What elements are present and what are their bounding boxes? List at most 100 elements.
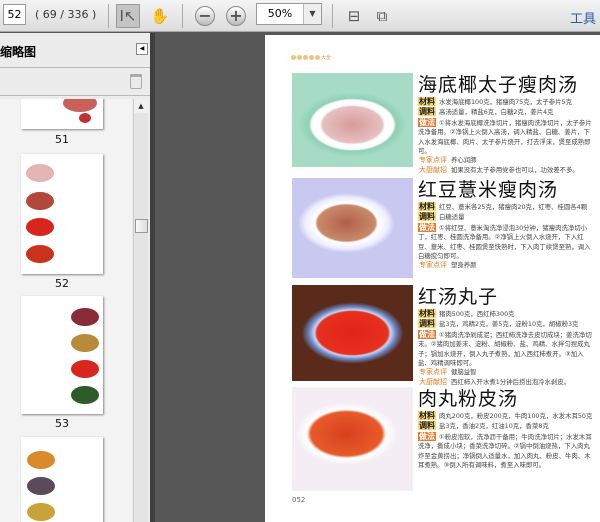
scroll-up-icon[interactable]: ▲: [134, 99, 148, 113]
zoom-select[interactable]: 50% ▼: [256, 3, 322, 25]
dish-photo: [292, 178, 413, 278]
thumbnail-dish: [71, 334, 99, 352]
recipe-field: 大厨献招 西红柿入开水煮1分钟后捞出泡冷水剥皮。: [418, 378, 594, 387]
recipe-field: 材料 肉丸200克，粉皮200克，牛肉100克，水发木耳50克: [418, 411, 594, 421]
thumbnail-dish: [26, 218, 54, 236]
thumbnail-page-54[interactable]: [21, 437, 103, 522]
trash-icon[interactable]: [130, 74, 142, 89]
field-label: 材料: [418, 97, 436, 106]
thumbnail-page-53[interactable]: [21, 296, 103, 414]
thumbnail-dish: [71, 308, 99, 326]
chevron-down-icon[interactable]: ▼: [303, 4, 321, 24]
page-header: 大全: [291, 54, 331, 61]
recipe-field: 调料 白糖适量: [418, 212, 594, 222]
page-count: ( 69 / 336 ): [35, 8, 97, 21]
panel-title: 缩略图: [0, 45, 37, 59]
plus-icon: +: [226, 6, 246, 26]
recipe-text: 海底椰太子瘦肉汤 材料 水发海底椰100克，猪瘦肉75克，太子参片5克 调料 高汤适…: [418, 73, 594, 175]
recipe-field: 做法 ①粉皮泡软，洗净沥干备用；牛肉洗净切片；水发木耳洗净，撕成小块；香菜洗净切碎…: [418, 431, 594, 471]
field-text: ①猪肉洗净剁成泥；西红柿洗净去皮切成块；姜洗净切末。②猪肉加姜末、淀粉、胡椒粉、…: [418, 330, 592, 368]
field-text: 猪肉500克，西红柿300克: [439, 310, 515, 318]
field-label: 做法: [418, 431, 436, 441]
recipe-field: 做法 ①将红豆、薏米淘洗净浸泡30分钟，猪瘦肉洗净切小丁，红枣、桂圆洗净备用。②净…: [418, 222, 594, 262]
fit-page-icon[interactable]: ⧉: [370, 4, 394, 28]
thumbnail-list: 51 52 53: [0, 99, 132, 522]
divider: [108, 4, 109, 28]
field-label: 材料: [418, 411, 436, 420]
field-label: 专家点评: [419, 156, 447, 165]
recipe-field: 专家点评 塑身养颜: [418, 261, 594, 270]
field-text: 高汤适量，精盐6克，白糖2克，姜片4克: [439, 108, 554, 117]
header-dot-icon: [303, 55, 308, 60]
recipe-text: 红汤丸子 材料 猪肉500克，西红柿300克 调料 盐3克，鸡精2克，姜5克，淀粉1…: [418, 285, 594, 387]
field-text: 肉丸200克，粉皮200克，牛肉100克，水发木耳50克: [439, 412, 593, 420]
zoom-in-button[interactable]: +: [224, 4, 248, 28]
field-label: 大厨献招: [419, 165, 447, 174]
panel-splitter[interactable]: [150, 33, 155, 522]
recipe-text: 肉丸粉皮汤 材料 肉丸200克，粉皮200克，牛肉100克，水发木耳50克 调料盐…: [418, 387, 594, 470]
dish-photo: [292, 73, 413, 167]
thumbnail-scrollbar[interactable]: ▲: [133, 99, 148, 522]
recipe-field: 做法 ①猪肉洗净剁成泥；西红柿洗净去皮切成块；姜洗净切末。②猪肉加姜末、淀粉、胡椒…: [418, 329, 594, 369]
zoom-out-button[interactable]: −: [193, 4, 217, 28]
recipe-title: 红汤丸子: [418, 286, 499, 308]
scroll-thumb[interactable]: [135, 219, 148, 233]
recipe-field: 专家点评 养心润肺: [418, 156, 594, 165]
thumbnail-dish: [79, 113, 91, 123]
field-text: 红豆、薏米各25克，猪瘦肉20克，红枣、桂圆各4颗: [439, 203, 588, 211]
recipe-field: 调料 高汤适量，精盐6克，白糖2克，姜片4克: [418, 107, 594, 117]
toolbar: 52 ( 69 / 336 ) I↖ ✋ − + 50% ▼ ⊟ ⧉ 工具: [0, 0, 600, 32]
field-text: 西红柿入开水煮1分钟后捞出泡冷水剥皮。: [451, 377, 571, 386]
field-label: 专家点评: [419, 368, 447, 377]
field-label: 材料: [418, 202, 436, 211]
header-dot-icon: [309, 55, 314, 60]
thumbnail-label: 52: [55, 277, 69, 290]
field-text: 塑身养颜: [451, 261, 477, 270]
hand-tool-icon[interactable]: ✋: [148, 4, 172, 28]
field-text: 白糖适量: [439, 213, 465, 222]
recipe-title: 海底椰太子瘦肉汤: [418, 74, 579, 96]
thumbnails-panel: 缩略图 ◀ 51 52 53 ▲: [0, 33, 150, 522]
collapse-panel-button[interactable]: ◀: [136, 43, 148, 55]
thumbnail-dish: [27, 451, 55, 469]
thumbnail-dish: [27, 477, 55, 495]
recipe-field: 大厨献招 如果没有太子参用党参也可以，功效差不多。: [418, 166, 594, 175]
recipe-field: 调料 盐3克，鸡精2克，姜5克，淀粉10克，胡椒粉3克: [418, 319, 594, 329]
recipe-title: 红豆薏米瘦肉汤: [418, 179, 559, 201]
thumbnail-dish: [26, 164, 54, 182]
field-label: 材料: [418, 309, 436, 318]
thumbnail-page-51[interactable]: [21, 99, 103, 129]
tools-link[interactable]: 工具: [570, 8, 596, 27]
field-label: 做法: [418, 117, 436, 127]
field-text: 盐3克，鸡精2克，姜5克，淀粉10克，胡椒粉3克: [439, 320, 579, 329]
field-text: 养心润肺: [451, 156, 477, 165]
field-text: ①将水发海底椰洗净切片，猪瘦肉洗净切片，太子参片洗净备用。②净锅上火倒入高汤，调…: [418, 118, 592, 156]
field-text: ①粉皮泡软，洗净沥干备用；牛肉洗净切片；水发木耳洗净，撕成小块；香菜洗净切碎。②…: [418, 432, 592, 470]
thumbnail-dish: [71, 360, 99, 378]
field-text: 如果没有太子参用党参也可以，功效差不多。: [451, 165, 579, 174]
field-text: ①将红豆、薏米淘洗净浸泡30分钟，猪瘦肉洗净切小丁，红枣、桂圆洗净备用。②净锅上…: [418, 223, 591, 261]
fit-width-icon[interactable]: ⊟: [342, 4, 366, 28]
header-dot-icon: [297, 55, 302, 60]
thumbnail-label: 53: [55, 417, 69, 430]
select-tool-icon[interactable]: I↖: [116, 4, 140, 28]
field-label: 调料: [418, 421, 436, 431]
recipe-field: 做法 ①将水发海底椰洗净切片，猪瘦肉洗净切片，太子参片洗净备用。②净锅上火倒入高汤…: [418, 117, 594, 157]
thumbnail-dish: [27, 503, 55, 521]
zoom-value: 50%: [267, 7, 293, 20]
recipe-title: 肉丸粉皮汤: [418, 388, 519, 410]
header-dot-icon: [315, 55, 320, 60]
thumbnail-dish: [71, 386, 99, 404]
document-page: 大全 海底椰太子瘦肉汤 材料 水发海底椰100克，猪瘦肉75克，太子参片5克 调料…: [265, 35, 600, 522]
thumbnail-dish: [63, 99, 97, 112]
field-label: 调料: [418, 212, 436, 222]
field-label: 做法: [418, 222, 436, 232]
thumbnail-page-52[interactable]: [21, 154, 103, 274]
page-number-input[interactable]: 52: [3, 4, 26, 25]
field-label: 调料: [418, 107, 436, 117]
recipe-field: 材料 红豆、薏米各25克，猪瘦肉20克，红枣、桂圆各4颗: [418, 202, 594, 212]
recipe-field: 专家点评 健脑益智: [418, 368, 594, 377]
header-dot-icon: [291, 55, 296, 60]
dish-photo: [292, 285, 413, 381]
recipe-field: 材料 水发海底椰100克，猪瘦肉75克，太子参片5克: [418, 97, 594, 107]
